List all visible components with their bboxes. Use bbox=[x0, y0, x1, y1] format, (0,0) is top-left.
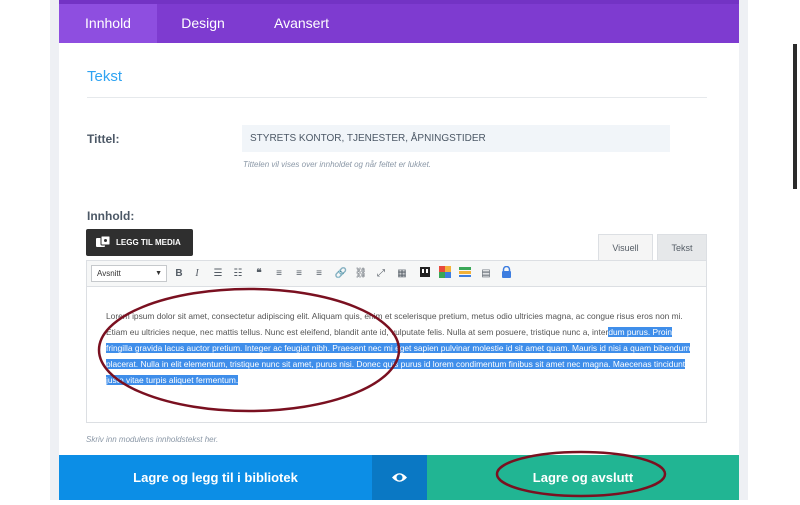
tab-innhold[interactable]: Innhold bbox=[59, 4, 157, 43]
fullscreen-icon[interactable]: ⤢ bbox=[374, 266, 388, 281]
content-text-plain: Lorem ipsum dolor sit amet, consectetur … bbox=[106, 311, 683, 337]
content-editor[interactable]: Avsnitt ▼ B I ☰ ☷ ❝ ≡ ≡ ≡ 🔗 ⛓ ⤢ ▦ ▤ Lore… bbox=[86, 260, 707, 423]
color-icon[interactable] bbox=[438, 266, 452, 281]
editor-toolbar: Avsnitt ▼ B I ☰ ☷ ❝ ≡ ≡ ≡ 🔗 ⛓ ⤢ ▦ ▤ bbox=[87, 261, 706, 287]
blockquote-icon[interactable]: ❝ bbox=[252, 266, 266, 281]
media-icon bbox=[96, 236, 110, 247]
caret-down-icon: ▼ bbox=[155, 270, 162, 277]
editor-tab-visual[interactable]: Visuell bbox=[598, 234, 653, 261]
save-and-exit-button[interactable]: Lagre og avslutt bbox=[427, 455, 739, 500]
tab-design[interactable]: Design bbox=[157, 4, 249, 43]
modal-footer: Lagre og legg til i bibliotek Lagre og a… bbox=[59, 455, 739, 500]
align-right-icon[interactable]: ≡ bbox=[312, 266, 326, 281]
content-label: Innhold: bbox=[87, 209, 135, 223]
modal-scrollbar[interactable] bbox=[793, 44, 797, 189]
section-divider bbox=[87, 97, 707, 98]
save-to-library-button[interactable]: Lagre og legg til i bibliotek bbox=[59, 455, 372, 500]
title-input[interactable]: STYRETS KONTOR, TJENESTER, ÅPNINGSTIDER bbox=[242, 125, 670, 152]
title-label: Tittel: bbox=[87, 132, 120, 146]
title-hint: Tittelen vil vises over innholdet og når… bbox=[243, 160, 432, 169]
lock-icon[interactable] bbox=[499, 265, 513, 281]
numbered-list-icon[interactable]: ☷ bbox=[231, 266, 245, 281]
module-settings-modal: Innhold Design Avansert Tekst Tittel: ST… bbox=[59, 0, 797, 500]
content-hint: Skriv inn modulens innholdstekst her. bbox=[86, 435, 219, 444]
eye-icon bbox=[392, 473, 407, 482]
table-icon[interactable]: ▤ bbox=[479, 266, 493, 281]
italic-icon[interactable]: I bbox=[190, 266, 204, 281]
layout-glyph bbox=[459, 267, 471, 277]
editor-tab-text[interactable]: Tekst bbox=[657, 234, 707, 261]
color-glyph bbox=[439, 266, 451, 278]
lock-glyph bbox=[501, 265, 511, 278]
editor-content[interactable]: Lorem ipsum dolor sit amet, consectetur … bbox=[106, 308, 691, 388]
align-left-icon[interactable]: ≡ bbox=[272, 266, 286, 281]
backdrop-right bbox=[739, 0, 748, 500]
backdrop-left bbox=[50, 0, 59, 500]
link-icon[interactable]: 🔗 bbox=[334, 266, 348, 281]
unlink-icon[interactable]: ⛓ bbox=[354, 266, 368, 281]
shortcode-glyph bbox=[420, 267, 430, 277]
align-center-icon[interactable]: ≡ bbox=[292, 266, 306, 281]
section-title[interactable]: Tekst bbox=[87, 68, 122, 85]
format-select[interactable]: Avsnitt ▼ bbox=[91, 265, 167, 282]
toolbar-toggle-icon[interactable]: ▦ bbox=[395, 266, 409, 281]
shortcode-icon[interactable] bbox=[418, 266, 432, 281]
preview-button[interactable] bbox=[372, 455, 427, 500]
format-select-value: Avsnitt bbox=[97, 269, 121, 278]
bold-icon[interactable]: B bbox=[172, 266, 186, 281]
add-media-button[interactable]: LEGG TIL MEDIA bbox=[86, 229, 193, 256]
add-media-label: LEGG TIL MEDIA bbox=[116, 238, 181, 247]
settings-tab-bar: Innhold Design Avansert bbox=[59, 0, 739, 43]
screenshot-frame: Innhold Design Avansert Tekst Tittel: ST… bbox=[0, 0, 800, 500]
bullet-list-icon[interactable]: ☰ bbox=[211, 266, 225, 281]
layout-icon[interactable] bbox=[458, 266, 472, 281]
tab-avansert[interactable]: Avansert bbox=[249, 4, 354, 43]
